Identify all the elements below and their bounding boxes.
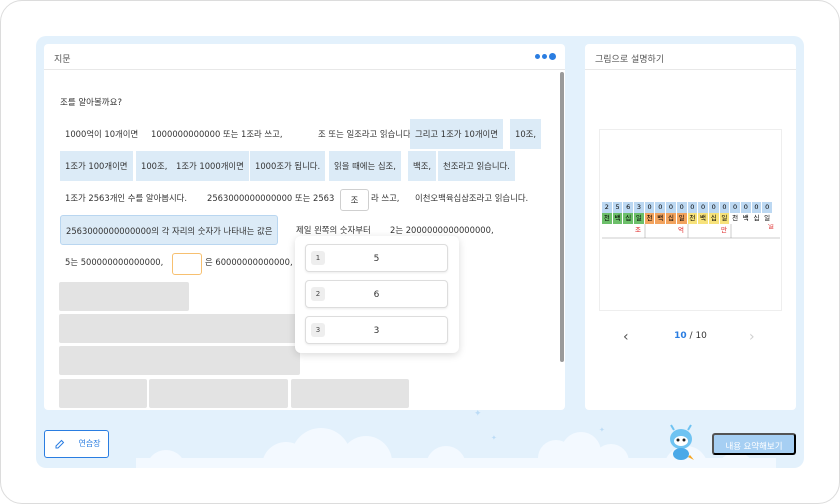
hidden-text-block	[149, 379, 288, 408]
sentence-highlighted[interactable]: 1000조가 됩니다.	[250, 151, 326, 181]
digit-cell: 0	[719, 202, 731, 213]
place-cell: 십	[666, 213, 677, 224]
choice-value: 5	[373, 254, 380, 264]
place-cell: 백	[655, 213, 667, 224]
digit-cell: 0	[687, 202, 699, 213]
digit-cell: 0	[676, 202, 688, 213]
unit-il: 일	[768, 224, 774, 230]
hidden-text-block	[59, 314, 297, 343]
digit-cell: 0	[666, 202, 677, 213]
place-cell: 일	[634, 213, 645, 224]
choice-option-2[interactable]: 2 6	[305, 280, 448, 308]
svg-text:✦: ✦	[491, 434, 497, 442]
passage-body: 조를 알아볼까요? 1000억이 10개이면 1000000000000 또는 …	[44, 44, 565, 410]
summary-button[interactable]: 내용 요약해보기	[712, 433, 796, 455]
sentence[interactable]: 은 60000000000000,	[200, 247, 298, 277]
place-cell: 백	[698, 213, 709, 224]
memo-label: 연습장	[78, 439, 101, 448]
sentence-highlighted[interactable]: 1조가 100개이면	[60, 151, 133, 181]
sentence[interactable]: 5는 500000000000000,	[60, 247, 168, 277]
hidden-text-block	[59, 379, 147, 408]
choice-value: 6	[373, 290, 380, 300]
next-page-icon[interactable]: ›	[749, 329, 755, 345]
sentence[interactable]: 1000000000000 또는 1조라 쓰고,	[146, 119, 287, 149]
sentence-highlighted[interactable]: 10조,	[510, 119, 542, 149]
page-total: 10	[695, 331, 707, 341]
digit-cell: 0	[698, 202, 709, 213]
page-sep: /	[689, 331, 693, 341]
page-current: 10	[674, 331, 687, 341]
illustration-panel: 그림으로 설명하기 2563000000000000 천백십일천백십일천백십일천…	[585, 44, 796, 410]
choice-option-1[interactable]: 1 5	[305, 244, 448, 272]
choice-value: 3	[373, 326, 380, 336]
sentence-highlighted[interactable]: 천조라고 읽습니다.	[438, 151, 515, 181]
sentence-highlighted[interactable]: 백조,	[408, 151, 437, 181]
place-cell: 일	[676, 213, 688, 224]
digit-cell: 0	[644, 202, 656, 213]
place-cell: 천	[644, 213, 656, 224]
answer-box-empty[interactable]	[172, 253, 202, 275]
illustration-title: 그림으로 설명하기	[595, 55, 665, 65]
place-cell: 백	[740, 213, 752, 224]
unit-jo: 조	[635, 226, 641, 234]
place-cell: 십	[751, 213, 763, 224]
digit-cell: 6	[623, 202, 635, 213]
digit-row: 2563000000000000	[602, 202, 773, 213]
place-cell: 백	[612, 213, 624, 224]
digit-cell: 0	[762, 202, 773, 213]
memo-button[interactable]: 연습장	[44, 430, 109, 458]
digit-cell: 0	[655, 202, 667, 213]
place-cell: 일	[719, 213, 731, 224]
place-cell: 천	[730, 213, 741, 224]
digit-cell: 3	[634, 202, 645, 213]
illustration-header: 그림으로 설명하기	[585, 44, 796, 70]
unit-man: 만	[721, 225, 727, 234]
place-cell: 천	[602, 213, 613, 224]
choice-option-3[interactable]: 3 3	[305, 316, 448, 344]
answer-box-filled[interactable]: 조	[340, 189, 369, 211]
sentence[interactable]: 2563000000000000 또는 2563	[202, 183, 339, 213]
passage-line-1: 1000억이 10개이면 1000000000000 또는 1조라 쓰고, 조 …	[60, 119, 560, 149]
place-row: 천백십일천백십일천백십일천백십일	[602, 213, 773, 224]
place-cell: 천	[687, 213, 699, 224]
sentence-selected[interactable]: 2563000000000000의 각 자리의 숫자가 나타내는 값은	[60, 215, 279, 245]
unit-labels: 조 억 만 일	[602, 224, 780, 239]
sentence[interactable]: 조 또는 일조라고 읽습니다.	[313, 119, 418, 149]
svg-text:✦: ✦	[599, 426, 605, 434]
hidden-text-block	[291, 379, 409, 408]
place-cell: 십	[623, 213, 635, 224]
passage-question: 조를 알아볼까요?	[60, 98, 122, 108]
page-indicator: 10 / 10	[585, 331, 796, 341]
sentence[interactable]: 라 쓰고,	[366, 183, 404, 213]
digit-cell: 0	[751, 202, 763, 213]
hidden-text-block	[59, 346, 300, 375]
edit-icon	[55, 439, 65, 449]
sentence-highlighted[interactable]: 1조가 1000개이면	[171, 151, 249, 181]
place-cell: 일	[762, 213, 773, 224]
svg-text:✦: ✦	[474, 409, 482, 419]
place-cell: 십	[708, 213, 720, 224]
unit-eok: 억	[678, 226, 684, 234]
digit-cell: 2	[602, 202, 613, 213]
choice-popup: 1 5 2 6 3 3	[295, 236, 459, 353]
place-value-figure: 2563000000000000 천백십일천백십일천백십일천백십일 조 억 만 …	[599, 129, 782, 311]
passage-line-3: 1조가 2563개인 수를 알아봅시다. 2563000000000000 또는…	[60, 183, 560, 213]
sentence[interactable]: 1조가 2563개인 수를 알아봅시다.	[60, 183, 192, 213]
mascot-icon	[670, 424, 694, 460]
passage-line-2: 1조가 100개이면 100조, 1조가 1000개이면 1000조가 됩니다.…	[60, 151, 560, 181]
sentence-highlighted[interactable]: 그리고 1조가 10개이면	[410, 119, 503, 149]
digit-cell: 0	[730, 202, 741, 213]
sentence[interactable]: 이천오백육십삼조라고 읽습니다.	[410, 183, 533, 213]
digit-cell: 5	[612, 202, 624, 213]
sentence[interactable]: 1000억이 10개이면	[60, 119, 143, 149]
hidden-text-block	[59, 282, 189, 311]
digit-cell: 0	[708, 202, 720, 213]
sentence-highlighted[interactable]: 100조,	[136, 151, 173, 181]
digit-cell: 0	[740, 202, 752, 213]
sentence-highlighted[interactable]: 읽을 때에는 십조,	[329, 151, 401, 181]
